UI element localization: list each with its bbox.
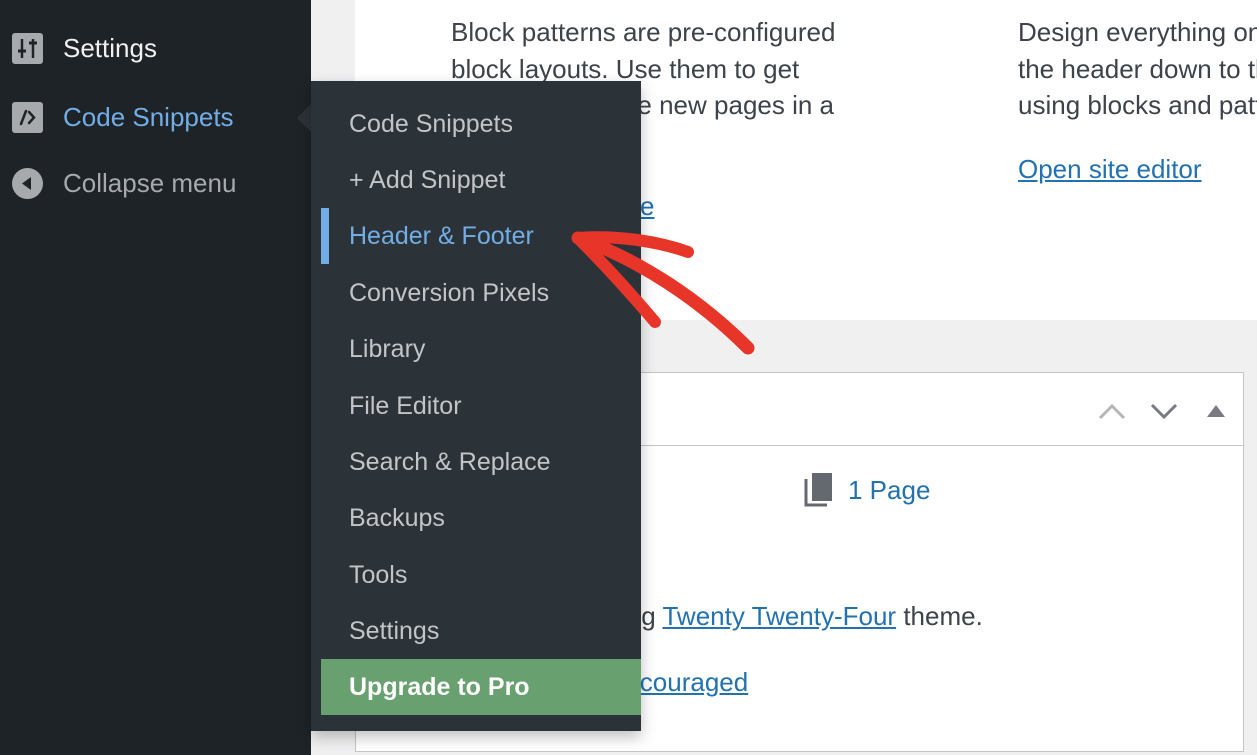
- submenu-item-upgrade-to-pro[interactable]: Upgrade to Pro: [321, 659, 641, 715]
- move-down-button[interactable]: [1148, 395, 1180, 427]
- toggle-panel-button[interactable]: [1200, 395, 1232, 427]
- pages-icon: [804, 473, 832, 507]
- code-snippets-submenu: Code Snippets + Add Snippet Header & Foo…: [311, 81, 641, 731]
- code-icon: [12, 101, 43, 133]
- submenu-item-search-replace[interactable]: Search & Replace: [321, 434, 641, 490]
- triangle-up-icon: [1207, 405, 1225, 417]
- submenu-item-add-snippet[interactable]: + Add Snippet: [321, 152, 641, 208]
- submenu-item-settings[interactable]: Settings: [321, 603, 641, 659]
- submenu-item-file-editor[interactable]: File Editor: [321, 378, 641, 434]
- submenu-item-tools[interactable]: Tools: [321, 547, 641, 603]
- sidebar-item-code-snippets[interactable]: Code Snippets: [0, 89, 311, 145]
- sliders-icon: [12, 32, 43, 64]
- pages-count-link[interactable]: 1 Page: [804, 473, 930, 507]
- patterns-link[interactable]: e: [640, 188, 654, 225]
- submenu-item-library[interactable]: Library: [321, 321, 641, 377]
- chevron-up-icon: [1098, 403, 1126, 420]
- site-editor-description: Design everything on your site from the …: [1018, 17, 1257, 120]
- chevron-down-icon: [1150, 403, 1178, 420]
- open-site-editor-link[interactable]: Open site editor: [1018, 151, 1202, 188]
- submenu-item-conversion-pixels[interactable]: Conversion Pixels: [321, 265, 641, 321]
- flyout-pointer: [297, 104, 311, 132]
- collapse-menu-button[interactable]: Collapse menu: [0, 155, 311, 211]
- theme-info: ing Twenty Twenty-Four theme.: [621, 601, 983, 631]
- theme-link[interactable]: Twenty Twenty-Four: [662, 601, 896, 631]
- move-up-button[interactable]: [1096, 395, 1128, 427]
- submenu-item-code-snippets[interactable]: Code Snippets: [321, 96, 641, 152]
- admin-sidebar: Settings Code Snippets Collapse menu: [0, 0, 311, 755]
- submenu-item-backups[interactable]: Backups: [321, 490, 641, 546]
- collapse-arrow-icon: [12, 167, 43, 199]
- sidebar-item-settings[interactable]: Settings: [0, 20, 311, 76]
- submenu-item-header-footer[interactable]: Header & Footer: [321, 208, 641, 264]
